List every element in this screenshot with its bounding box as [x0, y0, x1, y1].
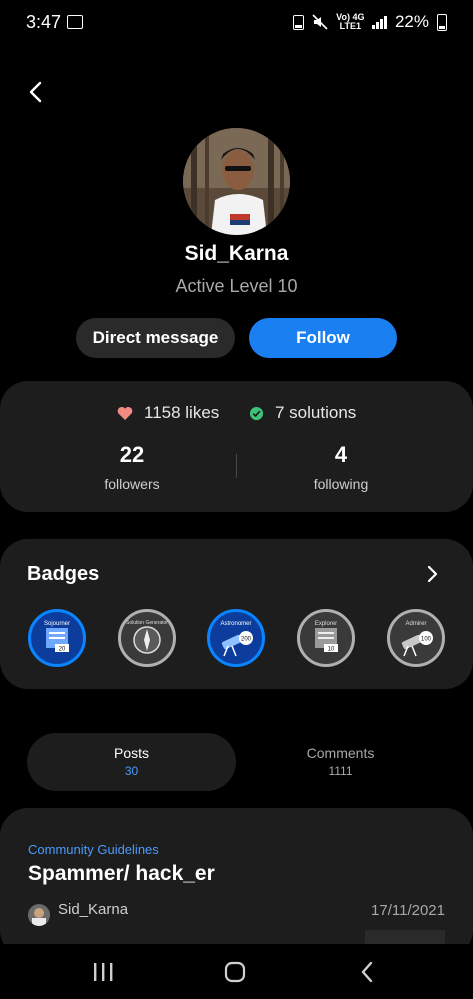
direct-message-button[interactable]: Direct message	[76, 318, 235, 358]
profile-level: Active Level 10	[175, 276, 298, 296]
tab-comments[interactable]: Comments 1111	[236, 733, 445, 791]
post-thumbnail	[365, 930, 445, 944]
mute-icon	[312, 14, 328, 30]
tab-posts[interactable]: Posts 30	[27, 733, 236, 791]
badges-card: Badges Sojourner 20 Solution Generator A…	[0, 539, 473, 689]
likes-stat: 1158 likes	[117, 403, 219, 423]
solutions-stat: 7 solutions	[249, 403, 356, 423]
tab-posts-label: Posts	[113, 745, 149, 761]
badge-name: Admirer	[405, 621, 426, 627]
likes-count: 1158 likes	[144, 403, 220, 422]
badge-explorer[interactable]: Explorer 10	[297, 609, 355, 667]
recent-apps-icon[interactable]	[91, 961, 115, 983]
badge-name: Explorer	[315, 621, 337, 627]
follow-button[interactable]: Follow	[249, 318, 397, 358]
stats-divider	[236, 454, 237, 478]
solutions-count: 7 solutions	[275, 403, 357, 422]
badge-value: 20	[59, 647, 66, 653]
badge-solution-generator[interactable]: Solution Generator	[118, 609, 176, 667]
badge-admirer[interactable]: Admirer 100	[387, 609, 445, 667]
battery-percent: 22%	[394, 12, 429, 31]
post-title[interactable]: Spammer/ hack_er	[28, 862, 215, 886]
astronomer-badge-icon: Astronomer 200	[220, 621, 253, 657]
post-author-avatar	[28, 904, 50, 926]
solution-generator-badge-icon: Solution Generator	[126, 620, 168, 654]
badge-name: Sojourner	[44, 621, 70, 627]
following-stat[interactable]: 4 following	[291, 442, 391, 492]
avatar	[183, 128, 290, 235]
following-label: following	[313, 476, 369, 492]
badge-sojourner[interactable]: Sojourner 20	[28, 609, 86, 667]
network-indicator: Vo) 4G LTE1	[336, 12, 365, 31]
chevron-right-icon[interactable]	[422, 564, 442, 584]
profile-username: Sid_Karna	[184, 242, 289, 265]
badge-value: 100	[421, 637, 432, 643]
badge-value: 10	[328, 647, 335, 653]
post-category[interactable]: Community Guidelines	[28, 842, 159, 857]
badge-name: Astronomer	[220, 621, 251, 627]
sojourner-badge-icon: Sojourner 20	[44, 621, 70, 653]
heart-icon	[117, 406, 133, 420]
gallery-notification-icon	[67, 15, 83, 29]
badges-title: Badges	[27, 563, 100, 585]
system-nav-bar	[0, 944, 473, 999]
tab-comments-label: Comments	[306, 745, 375, 761]
followers-label: followers	[104, 476, 160, 492]
post-date: 17/11/2021	[371, 902, 445, 919]
stats-card: 1158 likes 7 solutions 22 followers 4 fo…	[0, 381, 473, 512]
battery-saver-icon	[293, 14, 305, 30]
battery-icon	[437, 13, 447, 31]
tab-comments-count: 1111	[328, 764, 353, 778]
post-author[interactable]: Sid_Karna	[58, 901, 128, 918]
explorer-badge-icon: Explorer 10	[315, 621, 338, 653]
signal-icon	[372, 15, 387, 29]
status-time: 3:47	[26, 12, 62, 32]
check-circle-icon	[249, 406, 264, 420]
content-tabs: Posts 30 Comments 1111	[27, 733, 447, 791]
status-right-group: Vo) 4G LTE1 22%	[293, 12, 447, 32]
badge-astronomer[interactable]: Astronomer 200	[207, 609, 265, 667]
followers-count: 22	[119, 442, 145, 467]
badge-name: Solution Generator	[126, 620, 168, 626]
home-icon[interactable]	[223, 961, 247, 983]
following-count: 4	[334, 442, 348, 467]
badge-value: 200	[241, 637, 252, 643]
nav-back-icon[interactable]	[356, 961, 380, 983]
post-card[interactable]: Community Guidelines Spammer/ hack_er Si…	[0, 808, 473, 958]
status-bar: 3:47 Vo) 4G LTE1 22%	[0, 0, 473, 46]
tab-posts-count: 30	[124, 764, 139, 778]
followers-stat[interactable]: 22 followers	[82, 442, 182, 492]
admirer-badge-icon: Admirer 100	[401, 621, 433, 657]
back-icon[interactable]	[24, 80, 48, 104]
